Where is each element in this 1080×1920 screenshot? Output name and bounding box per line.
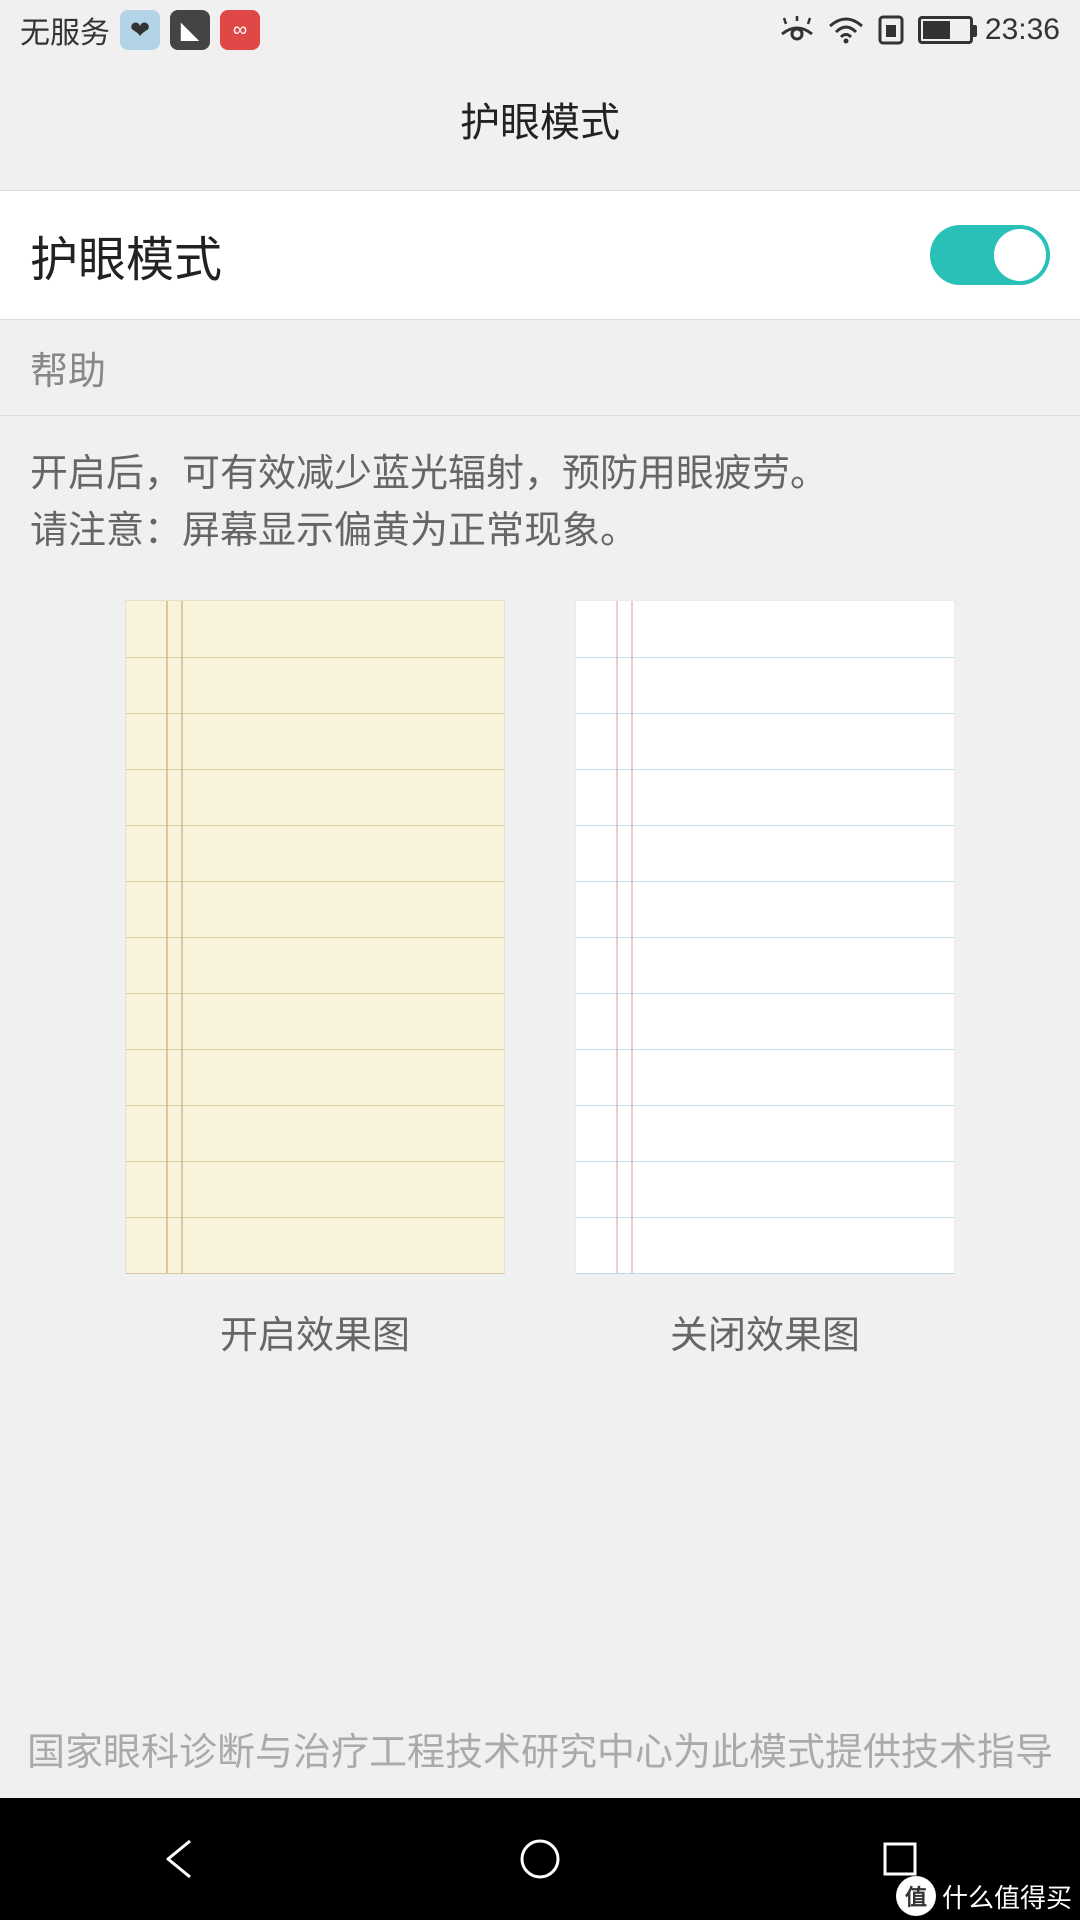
watermark-text: 什么值得买	[942, 1878, 1072, 1915]
preview-on-column: 开启效果图	[125, 600, 505, 1359]
help-section-header: 帮助	[0, 320, 1080, 416]
battery-icon	[918, 16, 973, 44]
preview-on-caption: 开启效果图	[220, 1304, 410, 1359]
wifi-icon	[828, 16, 864, 44]
footer-attribution: 国家眼科诊断与治疗工程技术研究中心为此模式提供技术指导	[0, 1725, 1080, 1782]
health-app-icon: ❤	[120, 10, 160, 50]
navigation-bar: 值 什么值得买	[0, 1798, 1080, 1920]
watermark-badge: 值	[896, 1876, 936, 1916]
status-bar: 无服务 ❤ ◣ ∞ 23:36	[0, 0, 1080, 60]
help-description: 开启后，可有效减少蓝光辐射，预防用眼疲劳。 请注意：屏幕显示偏黄为正常现象。	[0, 416, 1080, 570]
notification-app-icon: ◣	[170, 10, 210, 50]
clock-text: 23:36	[985, 13, 1060, 47]
eye-comfort-toggle[interactable]	[930, 225, 1050, 285]
toggle-label: 护眼模式	[30, 220, 222, 290]
status-left: 无服务 ❤ ◣ ∞	[20, 8, 260, 52]
sim-card-icon	[876, 13, 906, 47]
eye-comfort-toggle-row[interactable]: 护眼模式	[0, 190, 1080, 320]
page-title: 护眼模式	[0, 60, 1080, 190]
notification-app-icon-2: ∞	[220, 10, 260, 50]
help-line-1: 开启后，可有效减少蓝光辐射，预防用眼疲劳。	[30, 446, 1050, 503]
eye-comfort-icon	[778, 16, 816, 44]
preview-off-column: 关闭效果图	[575, 600, 955, 1359]
status-right: 23:36	[778, 13, 1060, 47]
preview-on-image	[125, 600, 505, 1274]
toggle-knob	[994, 229, 1046, 281]
preview-off-caption: 关闭效果图	[670, 1304, 860, 1359]
help-line-2: 请注意：屏幕显示偏黄为正常现象。	[30, 503, 1050, 560]
watermark: 值 什么值得买	[896, 1876, 1072, 1916]
preview-off-image	[575, 600, 955, 1274]
home-button[interactable]	[510, 1829, 570, 1889]
preview-container: 开启效果图 关闭效果图	[0, 570, 1080, 1359]
carrier-text: 无服务	[20, 8, 110, 52]
back-button[interactable]	[150, 1829, 210, 1889]
